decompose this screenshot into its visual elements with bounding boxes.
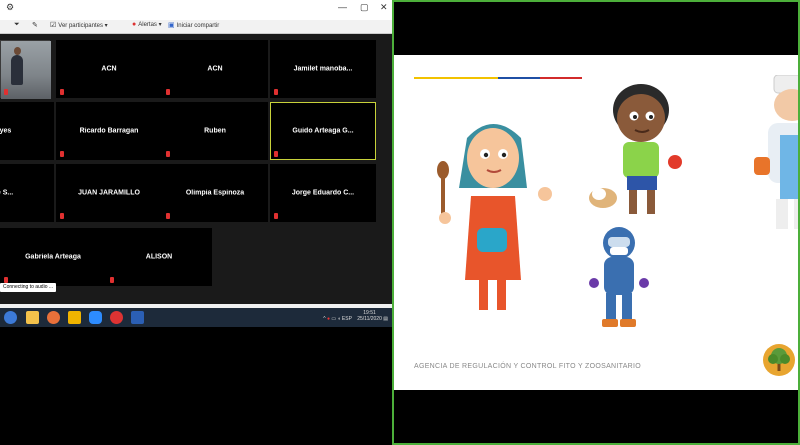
participant-tile[interactable]: Guido Arteaga G... <box>270 102 376 160</box>
participant-tile[interactable]: JUAN JARAMILLO <box>56 164 162 222</box>
muted-mic-icon <box>60 151 64 157</box>
participant-name: Jamilet manoba... <box>293 65 353 73</box>
participant-name: JUAN JARAMILLO <box>78 189 140 197</box>
participant-tile[interactable]: ene S... <box>0 164 54 222</box>
muted-mic-icon <box>110 277 114 283</box>
file-explorer-icon[interactable] <box>26 311 39 324</box>
participant-tile[interactable]: Reyes <box>0 102 54 160</box>
participants-icon: ☑ <box>50 22 57 29</box>
participant-name: Ruben <box>204 127 226 135</box>
word-icon[interactable] <box>131 311 144 324</box>
meeting-window: ⚙ — ▢ ✕ ⏷ ✎ ☑ Ver participantes ▾ ● Alerta… <box>0 0 392 445</box>
flag-stripe-red <box>540 77 582 79</box>
status-text: Connecting to audio ... <box>0 283 57 292</box>
filter-icon[interactable]: ⏷ <box>14 21 22 29</box>
taskbar: ^ ● ▭ ◖ ESP 19:51 25/11/2020 ▤ <box>0 308 392 327</box>
agency-logo <box>763 344 795 376</box>
close-button[interactable]: ✕ <box>380 2 388 13</box>
folder-icon[interactable] <box>68 311 81 324</box>
alerts-label: Alertas <box>138 22 157 28</box>
participant-tile[interactable]: ACN <box>162 40 268 98</box>
window-title-bar: ⚙ — ▢ ✕ <box>0 0 392 21</box>
participant-name: Gabriela Arteaga <box>25 253 81 261</box>
muted-mic-icon <box>274 89 278 95</box>
participant-tile[interactable]: Ricardo Barragan <box>56 102 162 160</box>
participant-tile[interactable]: ALISON <box>106 228 212 286</box>
minimize-button[interactable]: — <box>338 2 347 12</box>
slide-footer: AGENCIA DE REGULACIÓN Y CONTROL FITO Y Z… <box>414 363 642 370</box>
participant-name: ene S... <box>0 189 14 197</box>
participant-name: Guido Arteaga G... <box>292 127 354 135</box>
alerts-button[interactable]: ● Alertas ▾ <box>132 21 162 28</box>
annotate-icon[interactable]: ✎ <box>32 21 40 29</box>
participant-name: Reyes <box>0 127 12 135</box>
flag-stripe-blue <box>498 77 540 79</box>
tray-arrow-icon[interactable]: ^ <box>323 316 325 322</box>
participants-label: Ver participantes <box>58 23 103 29</box>
presentation-slide: AGENCIA DE REGULACIÓN Y CONTROL FITO Y Z… <box>394 55 798 390</box>
video-feed <box>1 41 51 99</box>
participant-name: Olimpia Espinoza <box>185 189 245 197</box>
participants-button[interactable]: ☑ Ver participantes ▾ <box>50 21 108 29</box>
network-icon[interactable]: ▭ <box>331 316 336 322</box>
opera-icon[interactable] <box>110 311 123 324</box>
video-person <box>11 55 23 85</box>
muted-mic-icon <box>4 89 8 95</box>
share-icon: ▣ <box>168 22 175 29</box>
participant-name: Ricardo Barragan <box>79 127 139 135</box>
participant-tile[interactable] <box>0 40 51 99</box>
settings-icon[interactable]: ⚙ <box>6 2 14 13</box>
muted-mic-icon <box>274 213 278 219</box>
clock[interactable]: 19:51 25/11/2020 <box>357 310 382 322</box>
participant-name: ALISON <box>145 253 173 261</box>
muted-mic-icon <box>166 213 170 219</box>
muted-mic-icon <box>274 151 278 157</box>
participant-tile[interactable]: Olimpia Espinoza <box>162 164 268 222</box>
participant-tile[interactable]: ACN <box>56 40 162 98</box>
clock-date: 25/11/2020 <box>357 316 382 322</box>
share-button[interactable]: ▣ Iniciar compartir <box>168 21 219 29</box>
muted-mic-icon <box>60 213 64 219</box>
muted-mic-icon <box>166 151 170 157</box>
muted-mic-icon <box>60 89 64 95</box>
shared-screen: AGENCIA DE REGULACIÓN Y CONTROL FITO Y Z… <box>392 0 800 445</box>
alert-icon: ● <box>132 21 137 28</box>
notification-icon[interactable]: ▤ <box>383 316 388 322</box>
zoom-icon[interactable] <box>89 311 102 324</box>
participant-tile[interactable]: Ruben <box>162 102 268 160</box>
maximize-button[interactable]: ▢ <box>360 2 369 13</box>
tray-red-icon[interactable]: ● <box>327 316 330 322</box>
cortana-icon[interactable] <box>4 311 17 324</box>
meeting-toolbar: ⏷ ✎ ☑ Ver participantes ▾ ● Alertas ▾ ▣ Ini… <box>0 20 392 34</box>
video-person-head <box>14 47 21 55</box>
firefox-icon[interactable] <box>47 311 60 324</box>
participant-name: Jorge Eduardo C... <box>291 189 355 197</box>
participant-grid: ACN ACN Jamilet manoba... Reyes Ricardo Barr… <box>0 34 392 304</box>
muted-mic-icon <box>166 89 170 95</box>
system-tray: ^ ● ▭ ◖ ESP 19:51 25/11/2020 ▤ <box>323 310 388 322</box>
food-worker-illustration <box>754 75 798 229</box>
cook-girl-illustration <box>437 124 552 310</box>
flag-stripe-yellow <box>414 77 498 79</box>
participant-tile[interactable]: Jorge Eduardo C... <box>270 164 376 222</box>
inspector-illustration <box>589 227 649 327</box>
participant-name: ACN <box>101 65 117 73</box>
participant-name: ACN <box>207 65 223 73</box>
boy-with-hamster-illustration <box>589 84 682 214</box>
participant-tile[interactable]: Jamilet manoba... <box>270 40 376 98</box>
keyboard-language[interactable]: ESP <box>342 316 352 322</box>
share-label: Iniciar compartir <box>176 23 220 29</box>
participant-tile[interactable]: Gabriela Arteaga <box>0 228 106 286</box>
volume-icon[interactable]: ◖ <box>337 316 340 322</box>
